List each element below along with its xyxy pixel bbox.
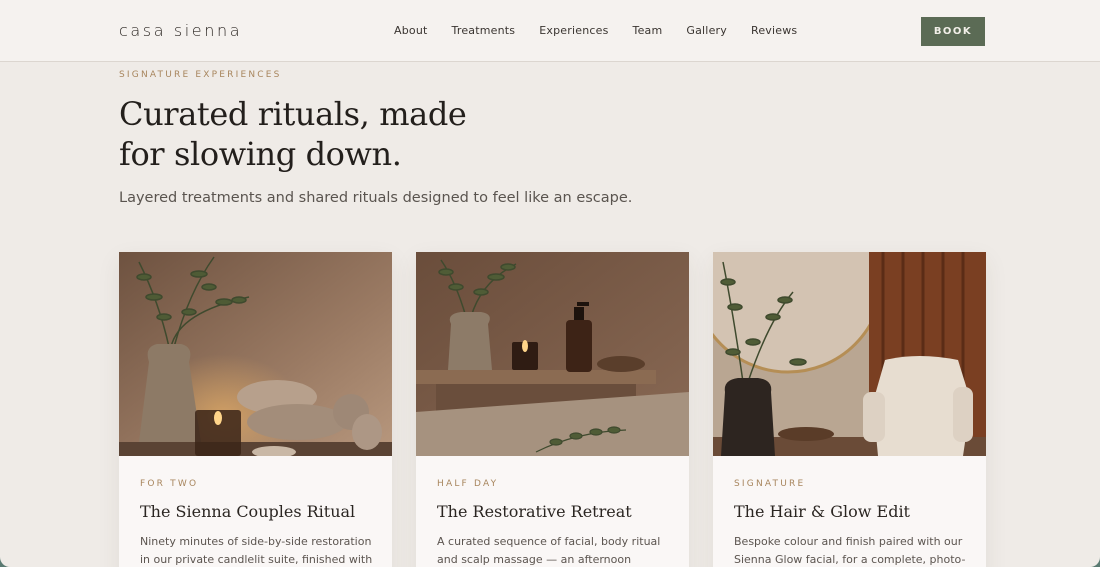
page-title: Curated rituals, made for slowing down.	[119, 94, 479, 174]
card-tag: SIGNATURE	[734, 479, 806, 489]
nav-link-team[interactable]: Team	[633, 24, 663, 37]
nav-link-reviews[interactable]: Reviews	[751, 24, 797, 37]
card-description: Ninety minutes of side-by-side restorati…	[140, 535, 373, 566]
experience-card-retreat[interactable]: HALF DAY The Restorative Retreat A curat…	[416, 252, 689, 567]
site-header: casa sienna About Treatments Experiences…	[0, 0, 1100, 62]
bottle-shelf-illustration	[416, 252, 689, 456]
card-title[interactable]: The Hair & Glow Edit	[734, 502, 910, 521]
nav-link-gallery[interactable]: Gallery	[686, 24, 727, 37]
nav-link-treatments[interactable]: Treatments	[452, 24, 516, 37]
main-nav: About Treatments Experiences Team Galler…	[394, 24, 821, 37]
experience-card-couples[interactable]: FOR TWO The Sienna Couples Ritual Ninety…	[119, 252, 392, 567]
card-tag: FOR TWO	[140, 479, 199, 489]
card-image-restorative-retreat[interactable]	[416, 252, 689, 456]
card-tag: HALF DAY	[437, 479, 499, 489]
mirror-chair-illustration	[713, 252, 986, 456]
section-eyebrow: SIGNATURE EXPERIENCES	[119, 70, 282, 80]
card-title[interactable]: The Sienna Couples Ritual	[140, 502, 355, 521]
book-button[interactable]: BOOK	[921, 17, 985, 46]
nav-link-experiences[interactable]: Experiences	[539, 24, 608, 37]
card-image-hair-glow-edit[interactable]	[713, 252, 986, 456]
card-description: A curated sequence of facial, body ritua…	[437, 535, 661, 566]
headline-line-2: for slowing down.	[119, 135, 402, 173]
section-subhead: Layered treatments and shared rituals de…	[119, 190, 633, 206]
card-title[interactable]: The Restorative Retreat	[437, 502, 632, 521]
nav-link-about[interactable]: About	[394, 24, 428, 37]
experience-card-hair-glow[interactable]: SIGNATURE The Hair & Glow Edit Bespoke c…	[713, 252, 986, 567]
card-image-couples-ritual[interactable]	[119, 252, 392, 456]
page: casa sienna About Treatments Experiences…	[0, 0, 1100, 567]
card-description: Bespoke colour and finish paired with ou…	[734, 535, 966, 566]
candle-towels-illustration	[119, 252, 392, 456]
headline-line-1: Curated rituals, made	[119, 95, 467, 133]
brand-logo[interactable]: casa sienna	[119, 21, 242, 40]
